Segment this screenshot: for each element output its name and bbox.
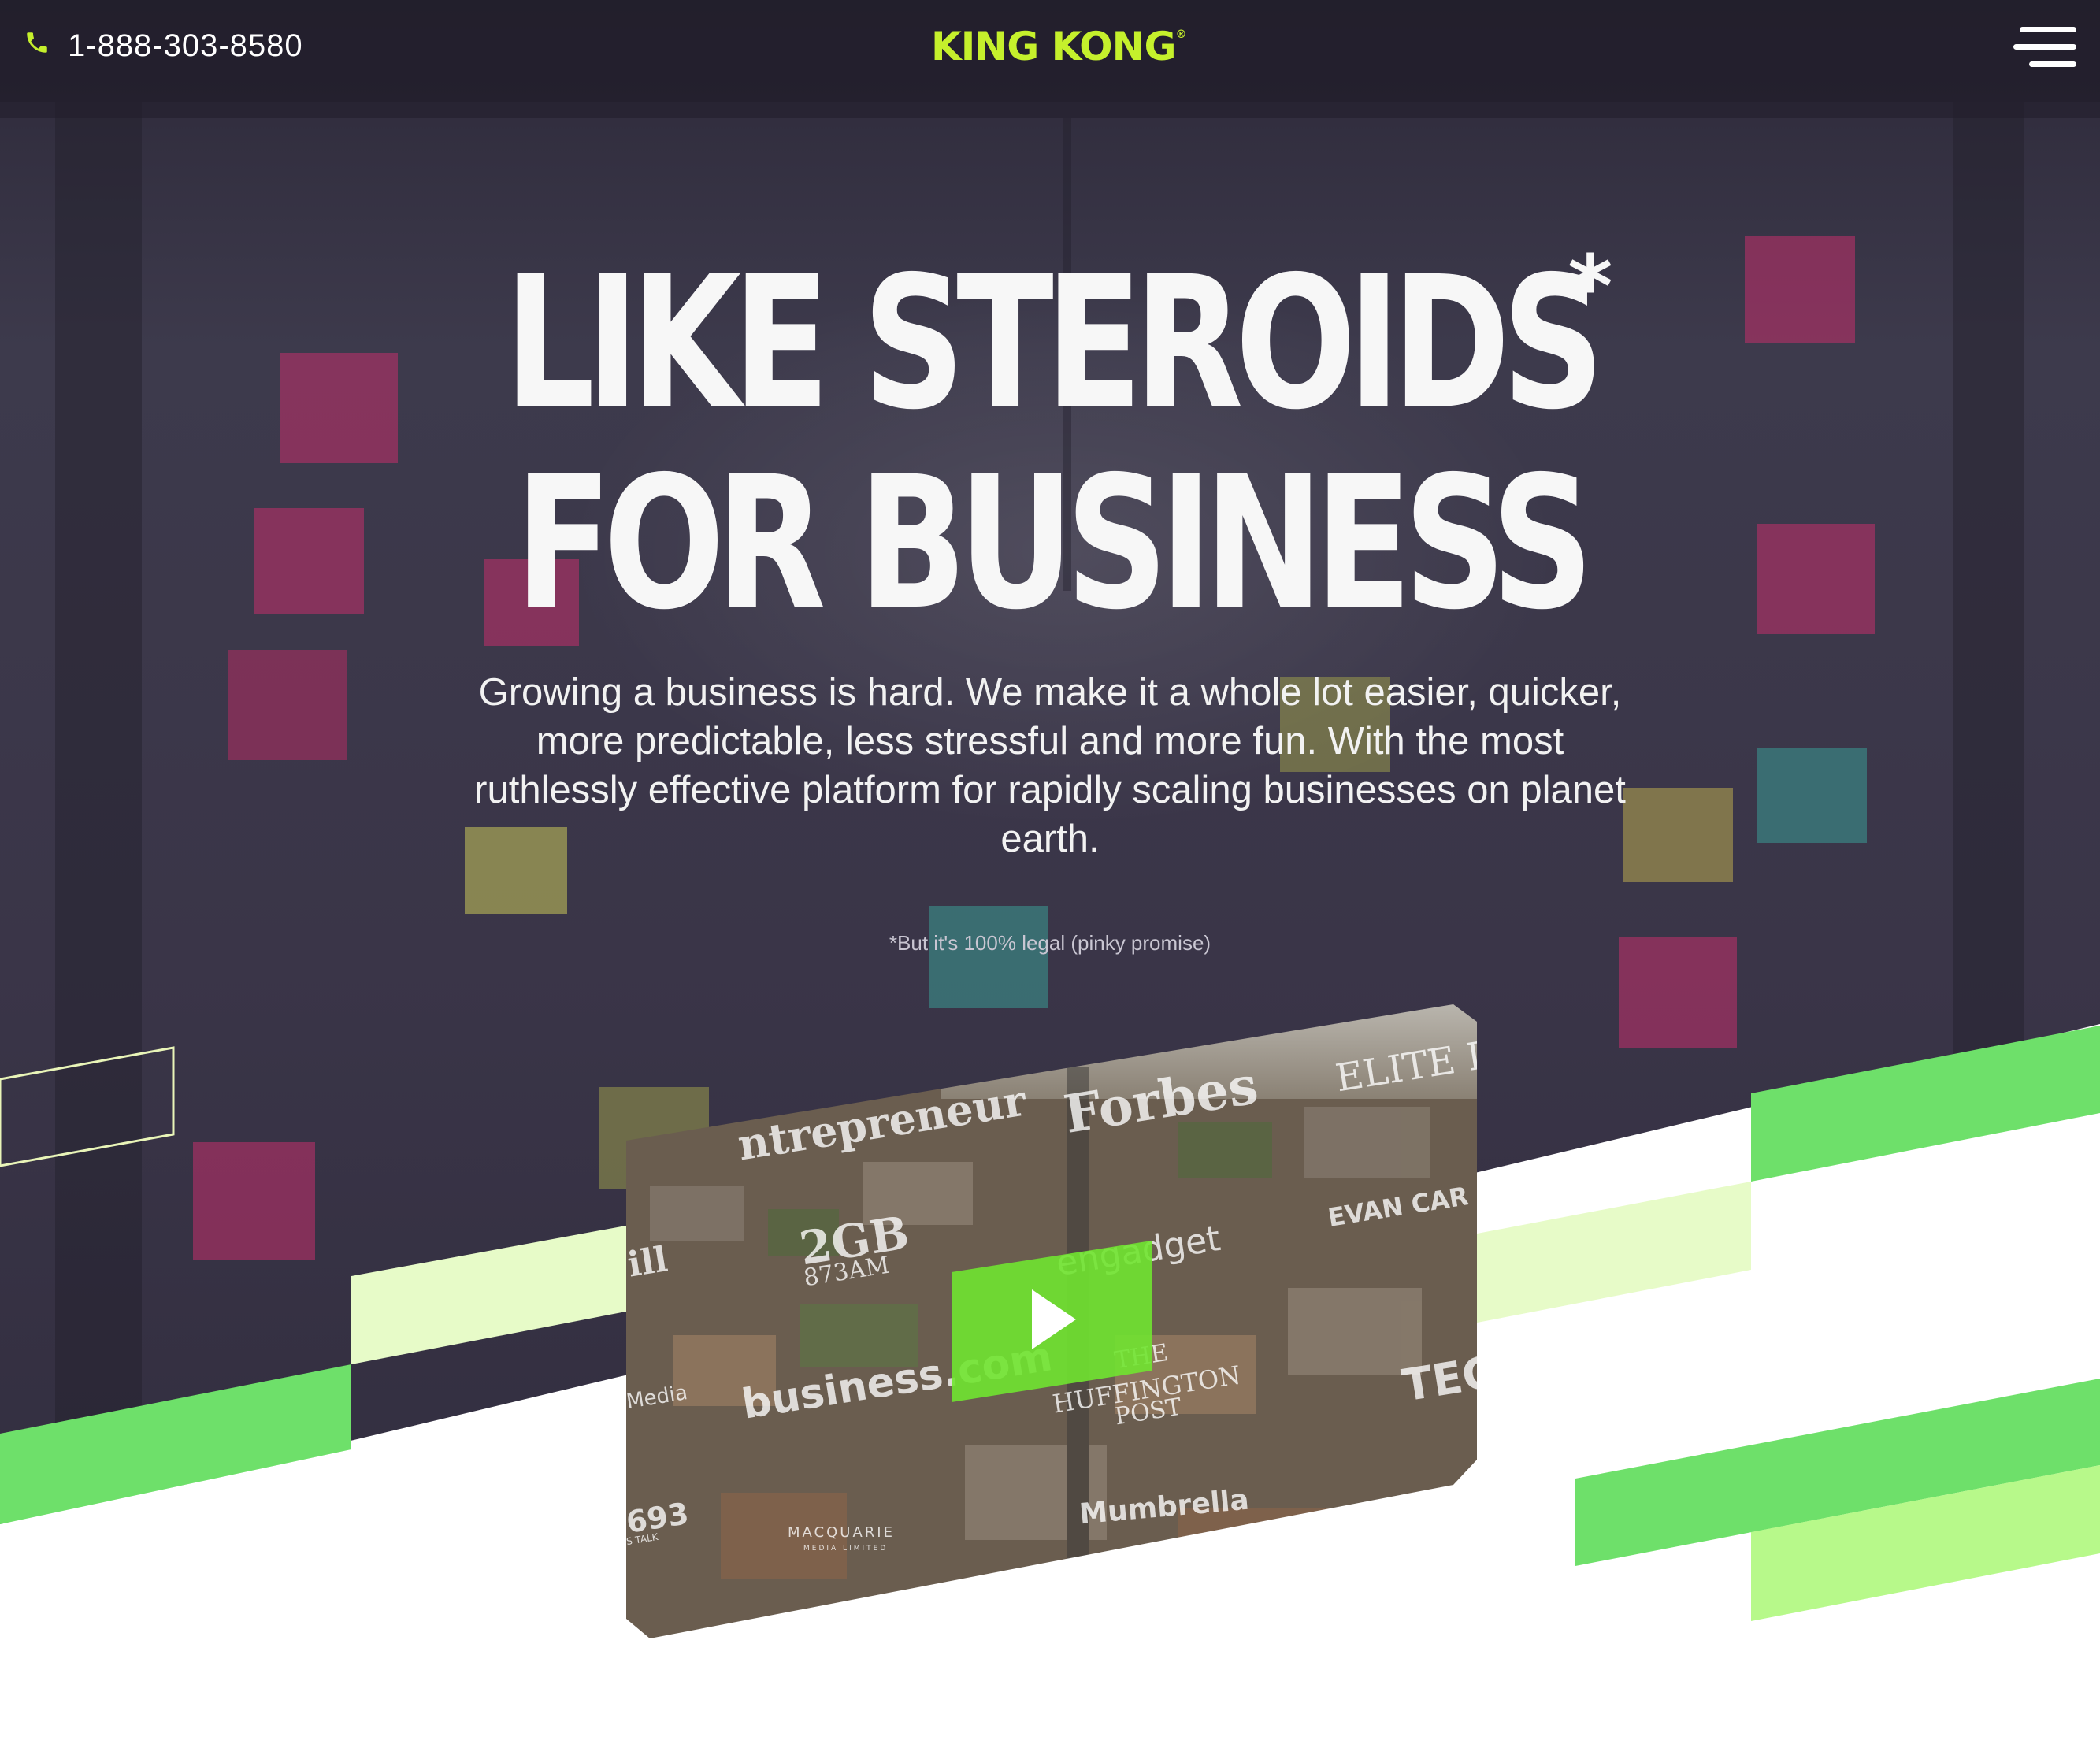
phone-number: 1-888-303-8580: [68, 28, 303, 63]
headline-line-2: FOR BUSINESS: [514, 437, 1594, 650]
logo-macquarie-sub: MEDIA LIMITED: [803, 1545, 889, 1553]
lightgreen-band-right: [1473, 1182, 1751, 1323]
outline-box: [0, 1046, 175, 1167]
phone-icon: [24, 28, 68, 64]
registered-mark: ®: [1175, 28, 1187, 41]
logo-partial-ill: ill: [626, 1239, 670, 1286]
green-band-left: [0, 1364, 351, 1524]
hero-headline: LIKE STEROIDS FOR BUSINESS: [0, 252, 2100, 635]
headline-asterisk: *: [1568, 236, 1613, 337]
play-icon: [1032, 1289, 1076, 1349]
logo[interactable]: KING KONG®: [931, 24, 1187, 69]
menu-line: [2020, 27, 2076, 32]
menu-line: [2013, 44, 2076, 50]
green-band-right-top: [1751, 1026, 2100, 1182]
logo-text: KING KONG: [931, 24, 1177, 69]
legal-note: *But it's 100% legal (pinky promise): [889, 931, 1211, 955]
lightgreen-band-left: [351, 1225, 630, 1364]
headline-line-1: LIKE STEROIDS: [504, 237, 1605, 450]
hamburger-menu-icon[interactable]: [2013, 27, 2076, 71]
hero-subtitle: Growing a business is hard. We make it a…: [474, 671, 1626, 860]
logo-macquarie: MACQUARIE: [788, 1524, 895, 1541]
menu-line: [2029, 61, 2076, 67]
phone-link[interactable]: 1-888-303-8580: [24, 28, 303, 64]
